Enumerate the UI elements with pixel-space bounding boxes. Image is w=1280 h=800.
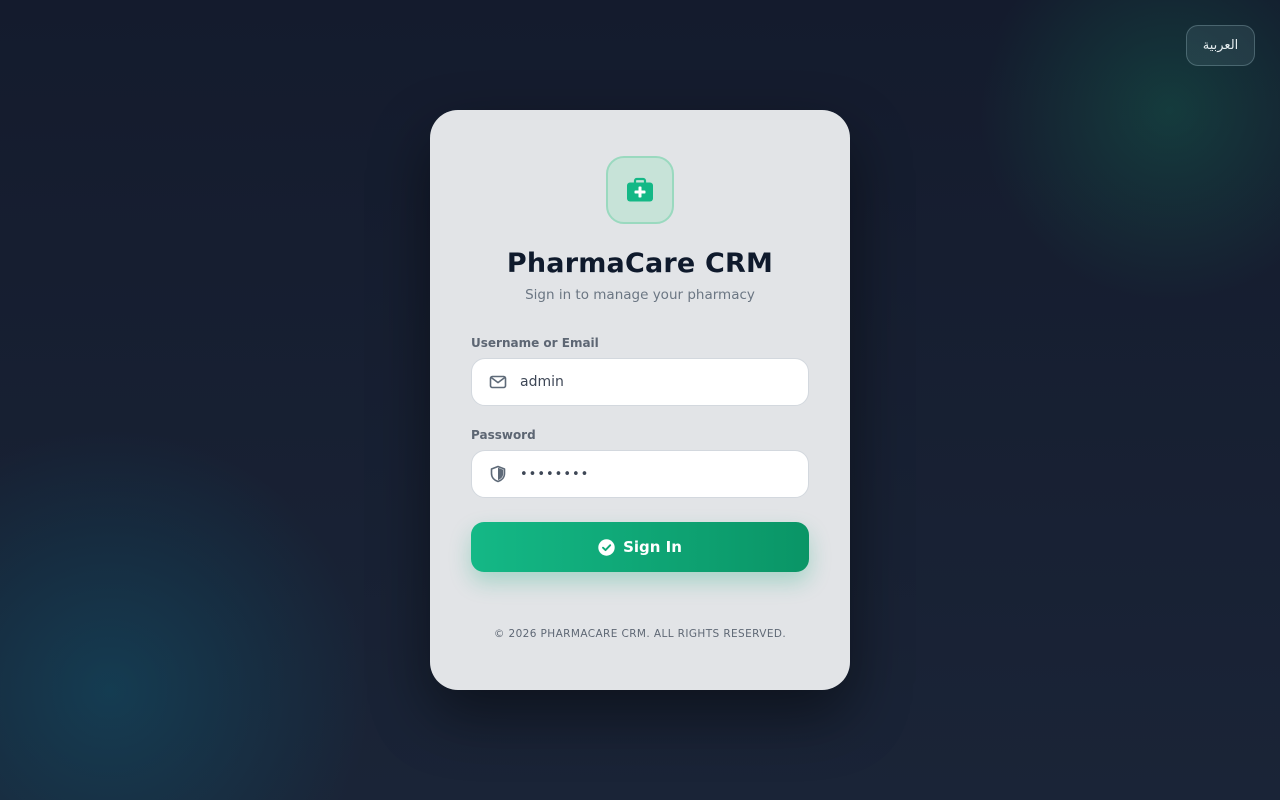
password-field (471, 450, 809, 498)
medical-kit-icon (624, 174, 656, 206)
app-subtitle: Sign in to manage your pharmacy (525, 287, 755, 303)
copyright-footer: © 2026 PHARMACARE CRM. ALL RIGHTS RESERV… (493, 628, 787, 640)
language-toggle-label: العربية (1202, 38, 1239, 53)
username-label: Username or Email (471, 336, 599, 350)
username-field (471, 358, 809, 406)
password-input[interactable] (520, 454, 790, 494)
sign-in-label: Sign In (623, 538, 682, 556)
check-circle-icon (598, 538, 615, 556)
app-title: PharmaCare CRM (506, 248, 774, 279)
password-label: Password (471, 428, 536, 442)
mail-icon (489, 373, 507, 391)
login-card: PharmaCare CRM Sign in to manage your ph… (430, 110, 850, 690)
sign-in-button[interactable]: Sign In (471, 522, 809, 572)
language-toggle-button[interactable]: العربية (1186, 25, 1255, 66)
login-page: { "language_toggle": { "label": "العربية… (0, 0, 1280, 800)
shield-icon (489, 465, 507, 483)
logo (606, 156, 674, 224)
username-input[interactable] (520, 362, 790, 402)
